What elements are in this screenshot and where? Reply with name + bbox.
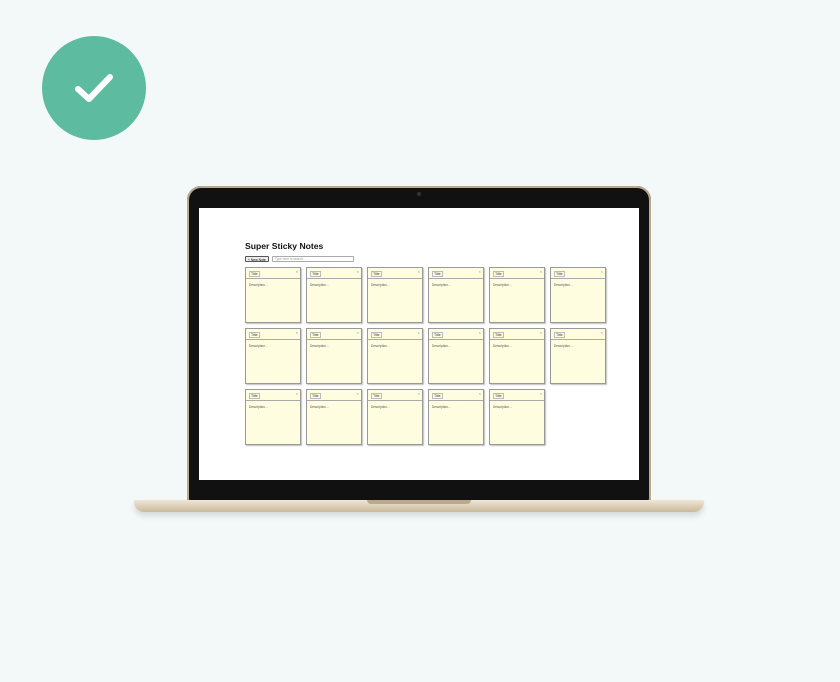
close-icon[interactable]: × [418, 392, 420, 396]
close-icon[interactable]: × [418, 270, 420, 274]
note-title-input[interactable]: Title [493, 393, 504, 399]
note-title-input[interactable]: Title [310, 332, 321, 338]
laptop-notch [367, 500, 471, 504]
note-title-input[interactable]: Title [310, 393, 321, 399]
sticky-note[interactable]: Title × Description... [428, 267, 484, 323]
note-header: Title × [429, 390, 483, 401]
note-description[interactable]: Description... [307, 279, 361, 291]
note-title-input[interactable]: Title [249, 271, 260, 277]
note-title-input[interactable]: Title [493, 271, 504, 277]
page-title: Super Sticky Notes [245, 241, 324, 251]
note-title-input[interactable]: Title [371, 271, 382, 277]
note-header: Title × [490, 390, 544, 401]
sticky-note[interactable]: Title × Description... [489, 389, 545, 445]
note-title-input[interactable]: Title [432, 271, 443, 277]
toolbar: + New Note Type here to search... [245, 256, 615, 262]
note-description[interactable]: Description... [246, 340, 300, 352]
note-header: Title × [490, 268, 544, 279]
close-icon[interactable]: × [418, 331, 420, 335]
note-title-input[interactable]: Title [310, 271, 321, 277]
note-header: Title × [307, 268, 361, 279]
sticky-note[interactable]: Title × Description... [245, 267, 301, 323]
laptop-base [134, 500, 704, 512]
sticky-note[interactable]: Title × Description... [428, 389, 484, 445]
sticky-note[interactable]: Title × Description... [306, 389, 362, 445]
note-title-input[interactable]: Title [371, 332, 382, 338]
sticky-note[interactable]: Title × Description... [245, 389, 301, 445]
note-header: Title × [246, 329, 300, 340]
note-header: Title × [490, 329, 544, 340]
close-icon[interactable]: × [357, 392, 359, 396]
sticky-note[interactable]: Title × Description... [245, 328, 301, 384]
note-header: Title × [429, 268, 483, 279]
note-description[interactable]: Description... [551, 340, 605, 352]
close-icon[interactable]: × [479, 270, 481, 274]
note-title-input[interactable]: Title [249, 393, 260, 399]
sticky-note[interactable]: Title × Description... [367, 328, 423, 384]
note-description[interactable]: Description... [490, 279, 544, 291]
sticky-note[interactable]: Title × Description... [428, 328, 484, 384]
sticky-note[interactable]: Title × Description... [367, 389, 423, 445]
sticky-notes-app: Super Sticky Notes + New Note Type here … [245, 241, 615, 445]
note-header: Title × [246, 390, 300, 401]
close-icon[interactable]: × [296, 331, 298, 335]
note-description[interactable]: Description... [368, 401, 422, 413]
note-title-input[interactable]: Title [432, 393, 443, 399]
new-note-button[interactable]: + New Note [245, 256, 269, 262]
close-icon[interactable]: × [601, 331, 603, 335]
note-title-input[interactable]: Title [371, 393, 382, 399]
note-header: Title × [551, 268, 605, 279]
close-icon[interactable]: × [479, 331, 481, 335]
laptop-screen: Super Sticky Notes + New Note Type here … [199, 208, 639, 480]
note-header: Title × [307, 390, 361, 401]
sticky-note[interactable]: Title × Description... [367, 267, 423, 323]
success-badge [42, 36, 146, 140]
note-description[interactable]: Description... [551, 279, 605, 291]
close-icon[interactable]: × [601, 270, 603, 274]
note-description[interactable]: Description... [368, 279, 422, 291]
note-description[interactable]: Description... [246, 279, 300, 291]
note-description[interactable]: Description... [307, 340, 361, 352]
note-title-input[interactable]: Title [249, 332, 260, 338]
sticky-note[interactable]: Title × Description... [550, 267, 606, 323]
close-icon[interactable]: × [296, 392, 298, 396]
note-header: Title × [429, 329, 483, 340]
note-header: Title × [551, 329, 605, 340]
close-icon[interactable]: × [540, 392, 542, 396]
note-title-input[interactable]: Title [493, 332, 504, 338]
close-icon[interactable]: × [357, 331, 359, 335]
close-icon[interactable]: × [479, 392, 481, 396]
note-description[interactable]: Description... [307, 401, 361, 413]
note-title-input[interactable]: Title [432, 332, 443, 338]
note-title-input[interactable]: Title [554, 332, 565, 338]
camera-dot [417, 192, 421, 196]
checkmark-icon [75, 74, 113, 102]
note-description[interactable]: Description... [429, 340, 483, 352]
laptop-mockup: Super Sticky Notes + New Note Type here … [134, 186, 704, 526]
sticky-note[interactable]: Title × Description... [550, 328, 606, 384]
close-icon[interactable]: × [296, 270, 298, 274]
sticky-note[interactable]: Title × Description... [489, 267, 545, 323]
close-icon[interactable]: × [357, 270, 359, 274]
note-header: Title × [368, 268, 422, 279]
sticky-note[interactable]: Title × Description... [489, 328, 545, 384]
note-description[interactable]: Description... [490, 340, 544, 352]
note-header: Title × [246, 268, 300, 279]
note-header: Title × [368, 390, 422, 401]
note-title-input[interactable]: Title [554, 271, 565, 277]
sticky-note[interactable]: Title × Description... [306, 328, 362, 384]
note-header: Title × [368, 329, 422, 340]
note-header: Title × [307, 329, 361, 340]
close-icon[interactable]: × [540, 331, 542, 335]
notes-grid: Title × Description... Title × Description...… [245, 267, 615, 445]
note-description[interactable]: Description... [490, 401, 544, 413]
note-description[interactable]: Description... [429, 401, 483, 413]
search-input[interactable]: Type here to search... [271, 256, 354, 262]
close-icon[interactable]: × [540, 270, 542, 274]
sticky-note[interactable]: Title × Description... [306, 267, 362, 323]
note-description[interactable]: Description... [429, 279, 483, 291]
note-description[interactable]: Description... [368, 340, 422, 352]
note-description[interactable]: Description... [246, 401, 300, 413]
laptop-lid: Super Sticky Notes + New Note Type here … [187, 186, 651, 502]
